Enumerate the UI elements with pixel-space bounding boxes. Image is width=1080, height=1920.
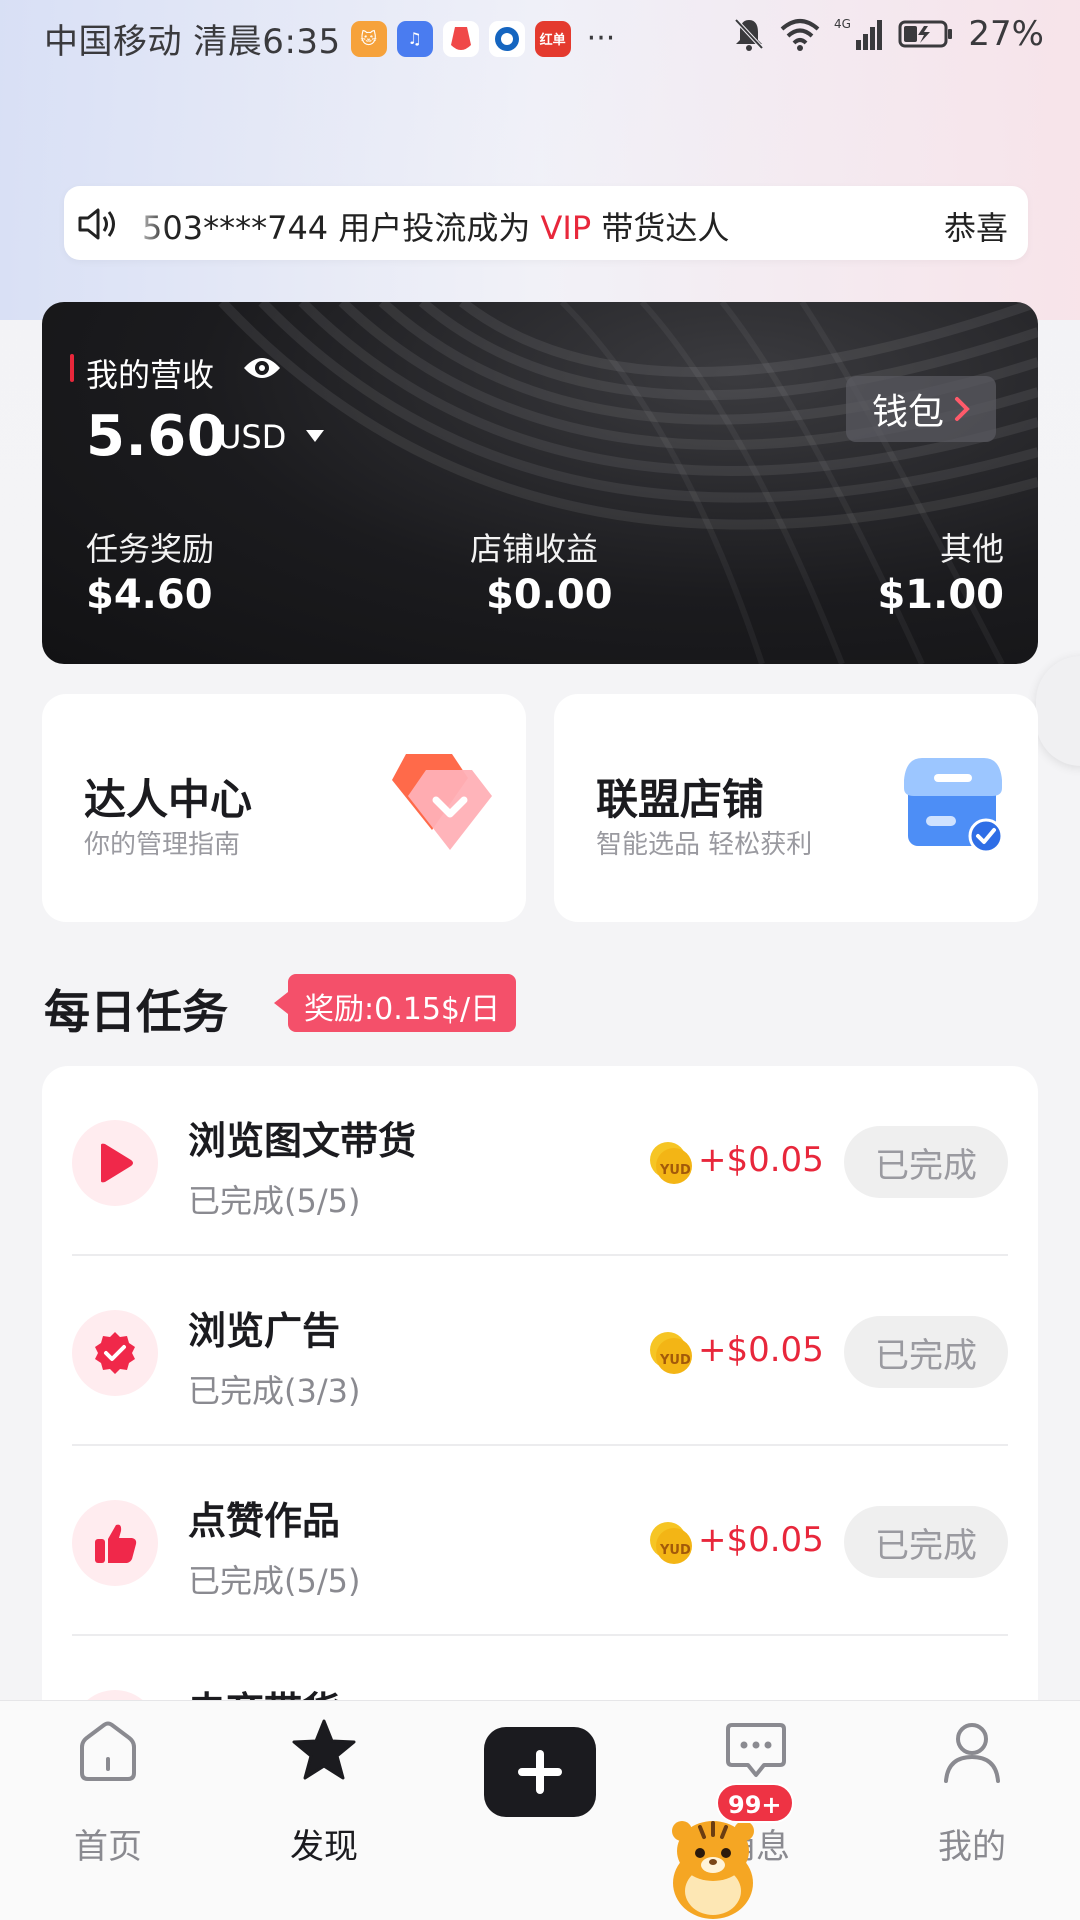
hongdan-app-icon: 红单 [534, 20, 571, 57]
unread-badge: 99+ [716, 1783, 794, 1823]
home-icon [80, 1721, 136, 1781]
bottom-navigation: 首页 发现 消息 我的 99+ [0, 1700, 1080, 1920]
currency-selector[interactable]: USD [218, 418, 286, 456]
task-reward: +$0.05 [698, 1330, 824, 1370]
yud-coin-icon: YUD [650, 1142, 692, 1184]
plus-icon [518, 1750, 562, 1794]
coin-label: YUD [659, 1163, 691, 1178]
star-icon [292, 1719, 356, 1780]
speaker-icon [78, 208, 115, 240]
announcement-vip: VIP [540, 209, 592, 247]
profile-icon [944, 1723, 1000, 1783]
creator-center-subtitle: 你的管理指南 [84, 830, 241, 860]
status-left: 中国移动 清晨6:35 🐱 ♫ 红单 ··· [44, 14, 615, 63]
task-row: 点赞作品 已完成(5/5) YUD +$0.05 已完成 [42, 1446, 1038, 1636]
nav-home[interactable]: 首页 [28, 1717, 188, 1867]
cat-app-icon: 🐱 [350, 20, 387, 57]
play-icon [72, 1120, 158, 1206]
task-completed-button[interactable]: 已完成 [844, 1316, 1008, 1388]
task-completed-button[interactable]: 已完成 [844, 1506, 1008, 1578]
revenue-amount: 5.60 [86, 404, 227, 469]
alliance-store-card[interactable]: 联盟店铺 智能选品 轻松获利 [554, 694, 1038, 922]
blue-app-icon [488, 20, 525, 57]
task-name: 浏览广告 [188, 1309, 341, 1353]
revenue-title-marker [70, 354, 74, 382]
thumbs-up-icon [72, 1500, 158, 1586]
announcement-user: 503****744 用户投流成为 [142, 209, 541, 247]
tiger-mascot-icon[interactable] [660, 1811, 766, 1920]
coin-label: YUD [659, 1353, 691, 1368]
task-reward-label: 任务奖励 [86, 530, 215, 568]
creator-center-title: 达人中心 [84, 775, 253, 824]
yud-coin-icon: YUD [650, 1332, 692, 1374]
task-reward: +$0.05 [698, 1140, 824, 1180]
store-income-label: 店铺收益 [470, 530, 599, 568]
task-status: 已完成(5/5) [188, 1182, 361, 1220]
store-icon [904, 758, 1004, 854]
task-status: 已完成(5/5) [188, 1562, 361, 1600]
nav-discover[interactable]: 发现 [244, 1717, 404, 1867]
diamond-icon [392, 754, 492, 850]
daily-reward-tag: 奖励:0.15$/日 [273, 974, 517, 1032]
alliance-store-title: 联盟店铺 [596, 775, 765, 824]
task-completed-button[interactable]: 已完成 [844, 1126, 1008, 1198]
task-name: 浏览图文带货 [188, 1119, 417, 1163]
announcement-text: 503****744 用户投流成为 VIP 带货达人 [142, 203, 729, 249]
status-bar: 中国移动 清晨6:35 🐱 ♫ 红单 ··· 4G 27% [0, 0, 1080, 80]
wifi-icon [781, 19, 820, 51]
task-reward-value: $4.60 [86, 572, 213, 618]
nav-home-label: 首页 [74, 1827, 142, 1867]
chevron-right-icon [955, 397, 970, 421]
announcement-role: 带货达人 [591, 209, 730, 247]
caret-down-icon[interactable] [304, 428, 326, 444]
announcement-next: 恭喜 [943, 209, 1008, 247]
revenue-card: 我的营收 5.60 USD 钱包 任务奖励 $4.60 店铺收益 $0.00 其… [42, 302, 1038, 664]
task-row: 浏览图文带货 已完成(5/5) YUD +$0.05 已完成 [42, 1066, 1038, 1256]
status-right: 4G 27% [732, 14, 1044, 54]
store-income-value: $0.00 [486, 572, 613, 618]
verified-badge-icon [72, 1310, 158, 1396]
nav-discover-label: 发现 [290, 1827, 358, 1867]
coin-label: YUD [659, 1543, 691, 1558]
announcement-marquee[interactable]: 503****744 用户投流成为 VIP 带货达人 恭喜 [64, 186, 1028, 260]
task-row: 浏览广告 已完成(3/3) YUD +$0.05 已完成 [42, 1256, 1038, 1446]
battery-percent: 27% [968, 14, 1044, 54]
create-post-button[interactable] [484, 1727, 596, 1817]
floating-assistant-button[interactable] [1036, 656, 1080, 766]
message-icon [726, 1723, 786, 1777]
svg-text:4G: 4G [834, 17, 851, 31]
other-label: 其他 [939, 530, 1004, 568]
carrier-time: 中国移动 清晨6:35 [44, 22, 341, 62]
red-app-icon [442, 20, 479, 57]
battery-icon [898, 20, 953, 48]
task-status: 已完成(3/3) [188, 1372, 361, 1410]
task-name: 点赞作品 [188, 1499, 341, 1543]
eye-icon[interactable] [242, 352, 282, 384]
nav-profile-label: 我的 [938, 1827, 1006, 1867]
nav-profile[interactable]: 我的 [892, 1717, 1052, 1867]
wallet-button[interactable]: 钱包 [846, 376, 996, 442]
signal-icon: 4G [834, 17, 883, 50]
task-list: 浏览图文带货 已完成(5/5) YUD +$0.05 已完成 浏览广告 已完成(… [42, 1066, 1038, 1766]
yud-coin-icon: YUD [650, 1522, 692, 1564]
marquee-fade [128, 186, 168, 260]
music-app-icon: ♫ [396, 20, 433, 57]
other-value: $1.00 [877, 572, 1004, 618]
more-notifications: ··· [586, 21, 616, 56]
daily-tasks-title: 每日任务 [44, 985, 228, 1039]
creator-center-card[interactable]: 达人中心 你的管理指南 [42, 694, 526, 922]
wallet-label: 钱包 [871, 392, 944, 433]
task-reward: +$0.05 [698, 1520, 824, 1560]
alliance-store-subtitle: 智能选品 轻松获利 [596, 830, 813, 860]
revenue-title: 我的营收 [86, 356, 215, 394]
mute-bell-icon [734, 18, 764, 51]
